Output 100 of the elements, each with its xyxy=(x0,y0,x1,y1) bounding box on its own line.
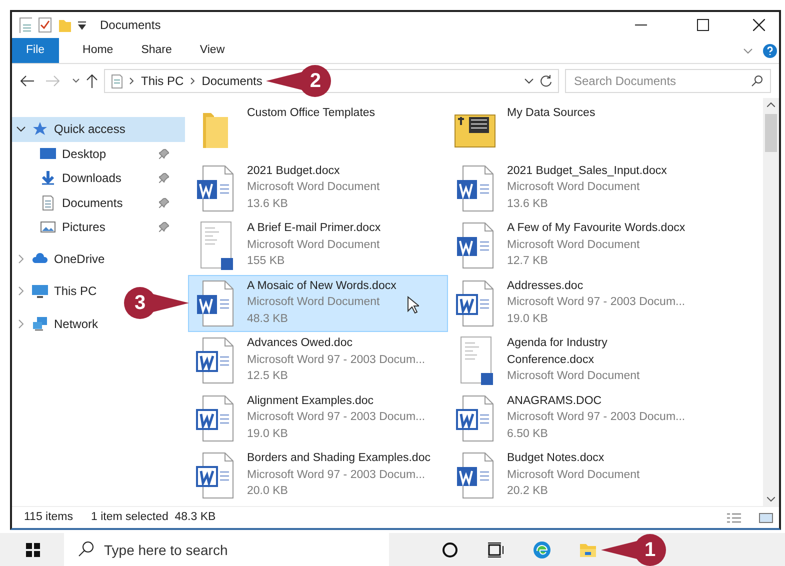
file-name: A Few of My Favourite Words.docx xyxy=(507,221,686,236)
back-arrow-icon[interactable] xyxy=(20,75,34,87)
pin-icon[interactable] xyxy=(159,198,169,208)
file-name: Budget Notes.docx xyxy=(507,451,604,466)
pin-icon[interactable] xyxy=(159,148,169,159)
file-type: Microsoft Word Document xyxy=(507,238,640,252)
chevron-right-icon[interactable] xyxy=(16,318,26,329)
details-view-icon[interactable] xyxy=(727,512,741,522)
computer-icon xyxy=(32,283,48,300)
file-size: 12.5 KB xyxy=(247,369,288,384)
document-icon xyxy=(111,74,123,88)
picture-icon xyxy=(40,219,56,236)
file-size: 13.6 KB xyxy=(247,196,288,212)
close-icon[interactable] xyxy=(753,19,765,31)
selection-info: 1 item selected 48.3 KB xyxy=(91,510,216,525)
file-name: ANAGRAMS.DOC xyxy=(507,394,602,408)
nav-item[interactable]: Documents xyxy=(12,190,185,215)
file-item[interactable]: Agenda for Industry Conference.docx Microsoft Word Document xyxy=(448,332,708,390)
file-size: 13.6 KB xyxy=(507,196,548,212)
document-icon[interactable] xyxy=(18,17,32,33)
nav-item[interactable]: Pictures xyxy=(12,215,185,240)
nav-item[interactable]: OneDrive xyxy=(12,246,109,271)
edge-browser-icon[interactable] xyxy=(533,540,551,558)
file-size: 48.3 KB xyxy=(247,312,288,326)
file-type: Microsoft Word Document xyxy=(507,180,640,195)
pin-icon[interactable] xyxy=(159,173,169,184)
file-item[interactable]: A Brief E-mail Primer.docx Microsoft Word Document 155 KB xyxy=(188,217,448,274)
item-count: 115 items xyxy=(24,510,74,525)
file-size: 155 KB xyxy=(247,254,285,269)
file-item[interactable]: Budget Notes.docx Microsoft Word Document 20.2 KB xyxy=(448,447,708,504)
file-size: 20.2 KB xyxy=(507,484,548,499)
scrollbar[interactable] xyxy=(763,98,779,506)
chevron-down-icon[interactable] xyxy=(524,77,534,85)
search-field[interactable]: Search Documents xyxy=(565,69,771,93)
maximize-icon[interactable] xyxy=(697,19,709,31)
file-name: Custom Office Templates xyxy=(247,106,376,121)
breadcrumb-item[interactable]: This PC xyxy=(141,74,184,88)
file-item[interactable]: ANAGRAMS.DOC Microsoft Word 97 - 2003 Docum... 6.50 KB xyxy=(448,390,708,447)
file-size: 19.0 KB xyxy=(247,426,288,442)
search-icon[interactable] xyxy=(751,75,763,87)
chevron-right-icon[interactable] xyxy=(16,286,26,296)
search-icon xyxy=(78,541,94,557)
nav-item[interactable]: This PC xyxy=(12,279,101,304)
file-type: Microsoft Word 97 - 2003 Docum... xyxy=(247,352,426,368)
pin-icon[interactable] xyxy=(159,222,169,232)
large-icons-view-icon[interactable] xyxy=(759,512,773,522)
file-type: Microsoft Word 97 - 2003 Docum... xyxy=(507,410,686,425)
file-item[interactable]: A Mosaic of New Words.docx Microsoft Word Document 48.3 KB xyxy=(188,274,448,332)
file-name: 2021 Budget_Sales_Input.docx xyxy=(507,164,667,178)
file-name: Addresses.doc xyxy=(507,278,584,294)
file-type: Microsoft Word Document xyxy=(247,295,380,310)
cursor-arrow-icon xyxy=(407,296,419,314)
chevron-right-icon[interactable] xyxy=(16,254,26,264)
file-type: Microsoft Word Document xyxy=(507,468,640,482)
file-item[interactable]: 2021 Budget.docx Microsoft Word Document 13.6 KB xyxy=(188,160,448,217)
file-item[interactable]: Addresses.doc Microsoft Word 97 - 2003 Docum... 19.0 KB xyxy=(448,274,708,332)
nav-item[interactable]: Desktop xyxy=(12,142,185,166)
file-name: My Data Sources xyxy=(507,106,596,121)
file-name: Agenda for Industry Conference.docx xyxy=(507,336,608,368)
file-item[interactable]: A Few of My Favourite Words.docx Microsoft Word Document 12.7 KB xyxy=(448,217,708,274)
file-type: Microsoft Word 97 - 2003 Docum... xyxy=(247,410,426,425)
chevron-right-icon xyxy=(129,77,135,85)
nav-item[interactable]: Quick access xyxy=(12,117,185,142)
scroll-down-icon[interactable] xyxy=(767,497,775,502)
breadcrumb-item[interactable]: Documents xyxy=(202,74,262,88)
file-size: 6.50 KB xyxy=(507,426,548,442)
file-item[interactable]: 2021 Budget_Sales_Input.docx Microsoft Word Document 13.6 KB xyxy=(448,160,708,217)
ribbon-tab[interactable]: Share xyxy=(127,38,186,63)
file-size: 19.0 KB xyxy=(507,312,548,326)
taskbar-search-field[interactable]: Type here to search xyxy=(64,533,389,566)
file-item[interactable]: Borders and Shading Examples.doc Microsoft Word 97 - 2003 Docum... 20.0 KB xyxy=(188,447,448,504)
help-icon[interactable] xyxy=(763,44,777,58)
chevron-right-icon xyxy=(190,77,196,85)
document-icon xyxy=(40,194,56,211)
refresh-icon[interactable] xyxy=(540,75,552,87)
file-item[interactable]: My Data Sources xyxy=(448,102,708,160)
start-icon[interactable] xyxy=(26,542,40,556)
task-view-icon[interactable] xyxy=(487,540,505,558)
file-name: Alignment Examples.doc xyxy=(247,394,374,408)
nav-item[interactable]: Downloads xyxy=(12,166,185,190)
ribbon-tab[interactable]: View xyxy=(186,38,239,63)
file-item[interactable]: Custom Office Templates xyxy=(188,102,448,160)
file-type: Microsoft Word Document xyxy=(247,180,380,195)
file-item[interactable]: Advances Owed.doc Microsoft Word 97 - 2003 Docum... 12.5 KB xyxy=(188,332,448,390)
circle-icon[interactable] xyxy=(441,540,459,558)
scroll-up-icon[interactable] xyxy=(767,102,775,107)
file-menu-button[interactable]: File xyxy=(12,38,59,63)
up-arrow-icon[interactable] xyxy=(86,74,98,88)
chevron-down-icon[interactable] xyxy=(16,124,26,134)
nav-item[interactable]: Network xyxy=(12,312,102,336)
scrollbar-thumb[interactable] xyxy=(765,114,777,152)
recent-locations-icon[interactable] xyxy=(72,78,80,84)
file-type: Microsoft Word Document xyxy=(507,369,640,384)
dropdown-icon[interactable] xyxy=(78,20,86,30)
file-item[interactable]: Alignment Examples.doc Microsoft Word 97 - 2003 Docum... 19.0 KB xyxy=(188,390,448,447)
file-type: Microsoft Word 97 - 2003 Docum... xyxy=(247,468,426,482)
download-arrow-icon xyxy=(40,170,56,186)
checklist-icon[interactable] xyxy=(38,17,52,33)
ribbon-tab[interactable]: Home xyxy=(68,38,128,63)
desktop-icon xyxy=(40,146,56,162)
